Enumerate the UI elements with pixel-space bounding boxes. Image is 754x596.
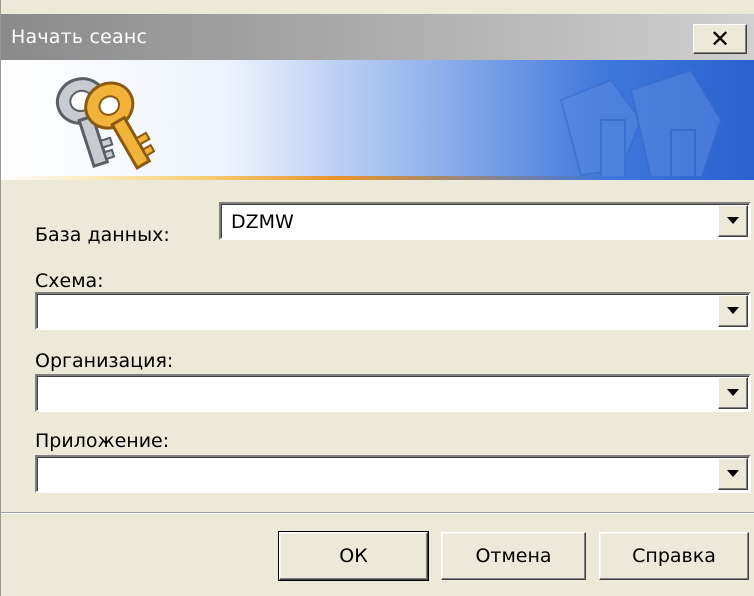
organization-label: Организация: <box>35 350 174 372</box>
application-dropdown-button[interactable] <box>718 458 748 490</box>
keys-icon <box>55 77 155 170</box>
database-value: DZMW <box>231 211 294 233</box>
schema-label: Схема: <box>35 270 104 292</box>
organization-dropdown-button[interactable] <box>718 377 748 409</box>
organization-select[interactable] <box>35 374 751 412</box>
close-button[interactable]: ✕ <box>693 24 747 54</box>
database-dropdown-button[interactable] <box>718 205 748 237</box>
triangle-down-icon <box>727 217 739 224</box>
help-button[interactable]: Справка <box>599 532 749 580</box>
application-label: Приложение: <box>35 430 170 452</box>
triangle-down-icon <box>727 470 739 477</box>
triangle-down-icon <box>727 307 739 314</box>
title-bar[interactable]: Начать сеанс ✕ <box>1 14 754 60</box>
close-icon: ✕ <box>709 25 731 53</box>
application-select[interactable] <box>35 455 751 493</box>
triangle-down-icon <box>727 389 739 396</box>
header-banner <box>1 60 754 180</box>
cancel-button[interactable]: Отмена <box>441 532 586 580</box>
schema-dropdown-button[interactable] <box>718 295 748 327</box>
database-label: База данных: <box>35 224 170 246</box>
ok-button[interactable]: ОК <box>278 531 429 581</box>
start-session-dialog: Начать сеанс ✕ База данных: DZMW Схема: … <box>0 0 754 596</box>
keys-watermark-icon <box>559 68 723 180</box>
banner-accent-line <box>1 176 754 180</box>
window-title: Начать сеанс <box>11 26 148 48</box>
footer-separator <box>1 512 754 514</box>
database-select[interactable]: DZMW <box>219 202 751 240</box>
schema-select[interactable] <box>35 292 751 330</box>
